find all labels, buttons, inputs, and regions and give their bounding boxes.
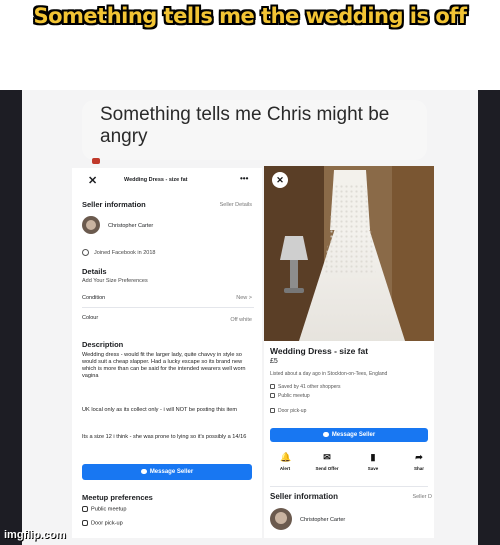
lamp-base xyxy=(290,260,298,290)
bookmark-icon: ▮ xyxy=(370,452,376,462)
joined-facebook: Joined Facebook in 2018 xyxy=(94,250,156,256)
meetup-door-row: Door pick-up xyxy=(82,520,123,526)
listing-detail-panel: ✕ Wedding Dress - size fat ••• Seller in… xyxy=(72,168,262,538)
seller-info-heading: Seller information xyxy=(270,492,339,501)
size-preferences-link[interactable]: Add Your Size Preferences xyxy=(82,278,148,284)
share-button[interactable]: ➦ Shar xyxy=(404,452,434,471)
messenger-icon xyxy=(322,431,329,437)
action-bar: 🔔 Alert ✉ Send Offer ▮ Save ➦ Shar xyxy=(270,452,434,482)
door-pickup-text: Door pick-up xyxy=(278,408,307,414)
send-offer-button[interactable]: ✉ Send Offer xyxy=(312,452,342,471)
door-pickup-info: Door pick-up xyxy=(270,408,306,414)
message-seller-button[interactable]: Message Seller xyxy=(270,428,428,442)
bookmark-icon xyxy=(270,384,275,390)
seller-details-link[interactable]: Seller D xyxy=(412,494,432,500)
meetup-heading: Meetup preferences xyxy=(82,493,153,502)
facebook-icon xyxy=(82,249,89,256)
message-seller-label: Message Seller xyxy=(331,432,376,438)
alert-label: Alert xyxy=(279,466,291,471)
description-paragraph-1: Wedding dress - would fit the larger lad… xyxy=(82,352,246,379)
detail-title: Wedding Dress - size fat xyxy=(124,177,188,183)
public-meetup-text: Public meetup xyxy=(278,393,310,399)
divider xyxy=(82,307,254,308)
alert-button[interactable]: 🔔 Alert xyxy=(270,452,300,471)
share-label: Shar xyxy=(413,466,424,471)
curtain-right xyxy=(392,166,434,341)
messenger-icon xyxy=(140,468,147,474)
door-pickup-icon xyxy=(270,408,275,414)
listing-price: £5 xyxy=(270,358,278,365)
send-offer-label: Send Offer xyxy=(315,466,339,471)
more-options-icon[interactable]: ••• xyxy=(240,174,248,183)
meme-caption: Something tells me the wedding is off xyxy=(33,4,467,28)
caption-accent xyxy=(92,158,100,164)
description-heading: Description xyxy=(82,340,124,349)
share-icon: ➦ xyxy=(415,452,423,462)
colour-label: Colour xyxy=(82,315,99,321)
saved-text: Saved by 41 other shoppers xyxy=(278,384,341,390)
close-icon[interactable]: ✕ xyxy=(88,174,97,187)
meetup-public-row: Public meetup xyxy=(82,506,126,512)
condition-value: New > xyxy=(236,295,252,301)
bell-icon: 🔔 xyxy=(280,452,292,462)
send-offer-icon: ✉ xyxy=(323,452,331,462)
listing-card-panel: ✕ Wedding Dress - size fat £5 Listed abo… xyxy=(264,166,434,538)
save-label: Save xyxy=(367,466,379,471)
seller-name[interactable]: Christopher Carter xyxy=(300,517,345,523)
seller-details-link[interactable]: Seller Details xyxy=(220,202,252,208)
details-heading: Details xyxy=(82,267,107,276)
message-seller-button[interactable]: Message Seller xyxy=(82,464,252,480)
saved-info: Saved by 41 other shoppers xyxy=(270,384,341,390)
listing-title: Wedding Dress - size fat xyxy=(270,346,369,356)
colour-value: Off white xyxy=(230,317,252,323)
meetup-door-label: Door pick-up xyxy=(91,520,123,527)
chevron-right-icon: > xyxy=(248,295,252,301)
lamp-foot xyxy=(284,288,304,293)
avatar-face xyxy=(275,512,287,524)
message-seller-label: Message Seller xyxy=(149,469,194,475)
avatar-face xyxy=(86,220,96,230)
seller-name[interactable]: Christopher Carter xyxy=(108,223,153,229)
post-caption: Something tells me Chris might be angry xyxy=(82,100,427,160)
close-icon[interactable]: ✕ xyxy=(272,172,288,188)
public-meetup-icon xyxy=(270,393,275,399)
divider xyxy=(270,486,428,487)
listed-info: Listed about a day ago in Stockton-on-Te… xyxy=(270,371,388,377)
public-meetup-icon xyxy=(82,506,88,512)
seller-info-heading: Seller information xyxy=(82,200,146,209)
door-pickup-icon xyxy=(82,520,88,526)
meetup-public-label: Public meetup xyxy=(91,506,127,513)
imgflip-watermark: imgflip.com xyxy=(4,529,66,541)
public-meetup-info: Public meetup xyxy=(270,393,310,399)
save-button[interactable]: ▮ Save xyxy=(358,452,388,471)
description-paragraph-2: UK local only as its collect only - i wi… xyxy=(82,407,238,413)
condition-value-text: New xyxy=(236,295,248,301)
description-paragraph-3: Its a size 12 i think - she was prone to… xyxy=(82,434,247,440)
condition-label: Condition xyxy=(82,295,106,301)
detail-header: ✕ Wedding Dress - size fat ••• xyxy=(72,168,262,190)
dress-photo[interactable]: ✕ xyxy=(264,166,434,341)
